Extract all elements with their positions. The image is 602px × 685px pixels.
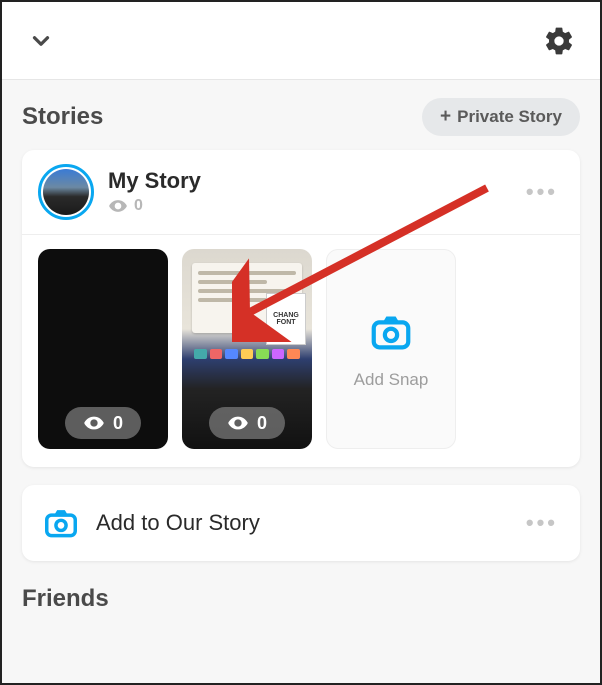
camera-icon (38, 503, 84, 543)
my-story-view-number: 0 (134, 197, 143, 215)
private-story-button[interactable]: + Private Story (422, 98, 580, 136)
avatar-image (43, 169, 89, 215)
chevron-down-icon[interactable] (26, 26, 56, 56)
my-story-viewcount: 0 (108, 196, 520, 216)
my-story-header[interactable]: My Story 0 ••• (22, 150, 580, 235)
camera-icon (368, 309, 414, 360)
friends-section: Friends (2, 579, 600, 613)
snap-thumbnail[interactable]: CHANG FONT 0 (182, 249, 312, 449)
eye-icon (108, 196, 128, 216)
snap-view-badge: 0 (209, 407, 285, 439)
more-icon[interactable]: ••• (520, 179, 564, 205)
my-story-text: My Story 0 (108, 168, 520, 216)
stories-title: Stories (22, 103, 103, 131)
our-story-card: Add to Our Story ••• (22, 485, 580, 561)
stories-header: Stories + Private Story (22, 98, 580, 136)
eye-icon (227, 412, 249, 434)
my-story-avatar[interactable] (38, 164, 94, 220)
friends-title: Friends (22, 585, 580, 613)
eye-icon (83, 412, 105, 434)
plus-icon: + (440, 106, 451, 128)
add-snap-label: Add Snap (354, 370, 429, 390)
snap-view-number: 0 (113, 413, 123, 434)
my-story-card: My Story 0 ••• 0 CHANG FON (22, 150, 580, 467)
top-bar (2, 2, 600, 80)
more-icon[interactable]: ••• (520, 510, 564, 536)
snap-photo-book: CHANG FONT (266, 293, 306, 345)
stories-section: Stories + Private Story My Story 0 ••• (2, 80, 600, 561)
snap-row: 0 CHANG FONT 0 (22, 235, 580, 467)
add-to-our-story-button[interactable]: Add to Our Story ••• (22, 485, 580, 561)
gear-icon[interactable] (542, 24, 576, 58)
our-story-label: Add to Our Story (96, 510, 520, 536)
snap-photo-dock (194, 349, 300, 359)
snap-view-number: 0 (257, 413, 267, 434)
my-story-title: My Story (108, 168, 520, 194)
add-snap-button[interactable]: Add Snap (326, 249, 456, 449)
snap-view-badge: 0 (65, 407, 141, 439)
private-story-label: Private Story (457, 107, 562, 127)
snap-thumbnail[interactable]: 0 (38, 249, 168, 449)
